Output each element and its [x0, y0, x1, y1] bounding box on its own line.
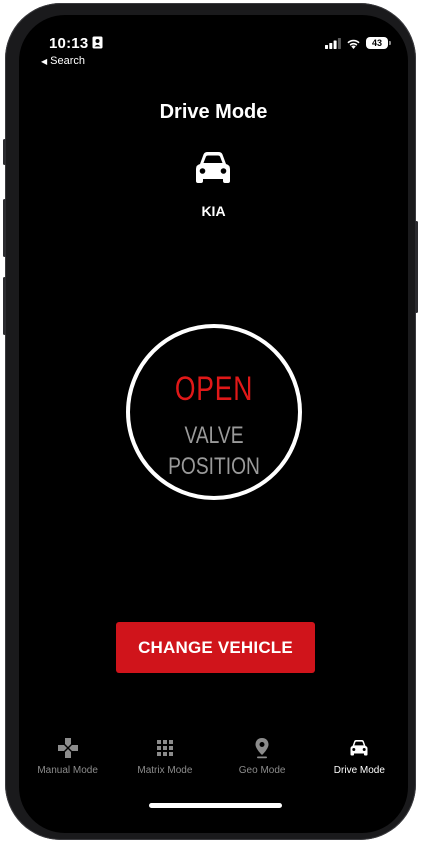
cellular-signal-icon: [325, 37, 341, 49]
tab-matrix-mode[interactable]: Matrix Mode: [116, 737, 213, 787]
car-icon: [350, 740, 368, 756]
valve-state: OPEN: [174, 370, 254, 408]
tab-label: Manual Mode: [37, 765, 98, 776]
battery-indicator: 43: [366, 37, 391, 49]
car-icon: [196, 152, 230, 183]
location-pin-icon: [255, 738, 269, 759]
valve-position-indicator: OPEN VALVE POSITION: [126, 324, 302, 500]
valve-label-line2: POSITION: [168, 453, 260, 480]
wifi-icon: [347, 39, 360, 49]
gamepad-icon: [57, 738, 78, 758]
grid-icon: [156, 740, 173, 756]
status-indicators: 43: [325, 37, 391, 49]
valve-label-line1: VALVE: [184, 422, 244, 449]
back-to-search-label: Search: [50, 55, 86, 67]
page-title: Drive Mode: [159, 101, 268, 123]
tab-manual-mode[interactable]: Manual Mode: [19, 737, 116, 787]
power-button: [415, 221, 418, 313]
tab-label: Matrix Mode: [137, 765, 193, 776]
phone-frame: 10:13 ◀ Search 43 Drive Mode KIA OPEN VA…: [3, 3, 418, 840]
vehicle-name: KIA: [201, 203, 226, 219]
tab-geo-mode[interactable]: Geo Mode: [214, 737, 311, 787]
status-bar: 10:13 ◀ Search 43: [19, 15, 408, 71]
back-to-search-link[interactable]: ◀ Search: [41, 55, 85, 67]
bottom-tab-bar: Manual Mode Matrix Mode Geo Mode Drive M…: [19, 737, 408, 787]
tab-drive-mode[interactable]: Drive Mode: [311, 737, 408, 787]
contact-card-icon: [92, 36, 103, 49]
valve-position-label: VALVE POSITION: [147, 420, 281, 482]
tab-label: Geo Mode: [238, 765, 286, 776]
side-button: [3, 139, 6, 165]
volume-up-button: [3, 199, 6, 257]
tab-label: Drive Mode: [333, 765, 385, 776]
app-screen: 10:13 ◀ Search 43 Drive Mode KIA OPEN VA…: [19, 15, 408, 833]
volume-down-button: [3, 277, 6, 335]
change-vehicle-button[interactable]: CHANGE VEHICLE: [116, 622, 315, 673]
back-arrow-icon: ◀: [41, 57, 48, 66]
status-time: 10:13: [49, 35, 89, 52]
battery-level: 43: [371, 38, 382, 48]
home-indicator[interactable]: [149, 803, 282, 808]
